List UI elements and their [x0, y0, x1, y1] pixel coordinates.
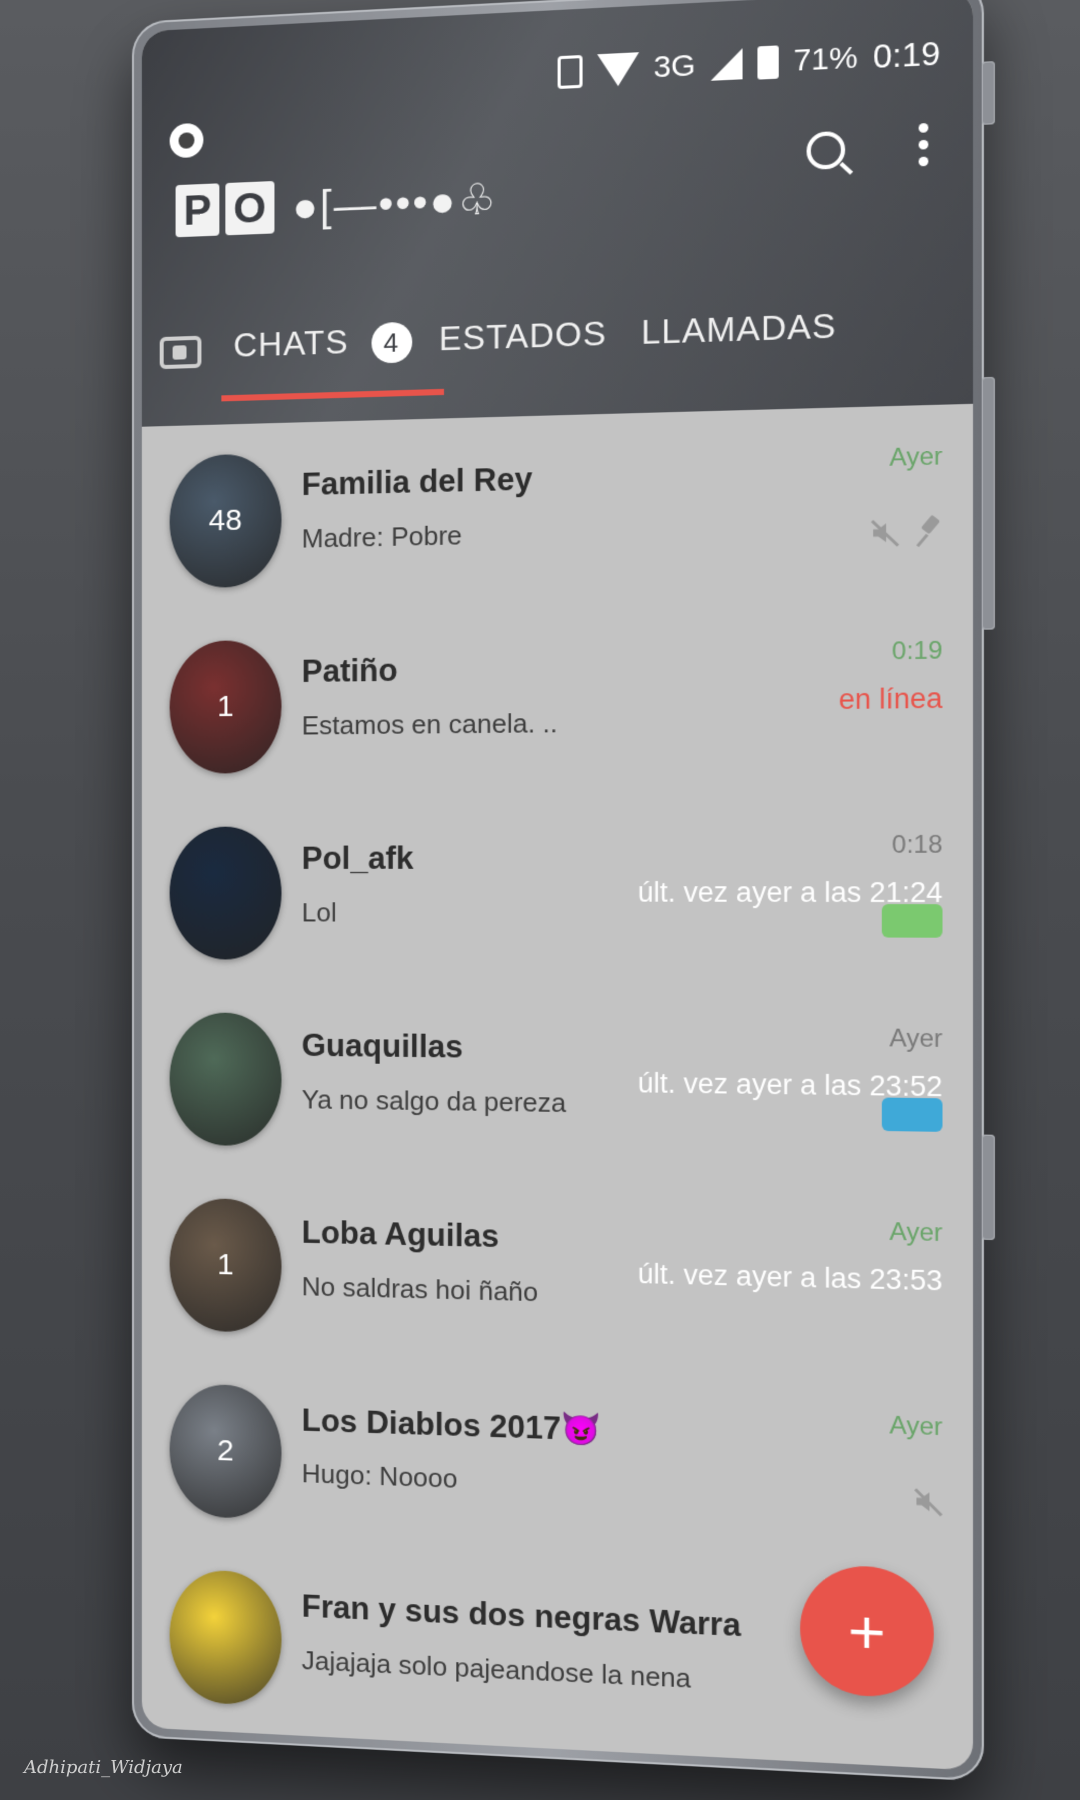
network-type: 3G — [653, 48, 695, 85]
chat-preview: Lol — [302, 897, 337, 928]
volume-button — [982, 377, 995, 630]
screen: 3G 71% 0:19 P O ●[—•••●♧ CHATS 4 ESTADOS… — [142, 0, 973, 1770]
active-tab-indicator — [221, 389, 444, 402]
chat-icons — [912, 1485, 942, 1518]
signature: Adhipati_Widjaya — [24, 1757, 183, 1778]
avatar-count: 1 — [217, 690, 234, 724]
pin-icon — [919, 516, 943, 548]
chat-row[interactable]: Guaquillas Ya no salgo da pereza Ayer úl… — [142, 982, 973, 1182]
phone-frame: 3G 71% 0:19 P O ●[—•••●♧ CHATS 4 ESTADOS… — [132, 0, 984, 1782]
vibrate-icon — [557, 54, 582, 88]
toggle-icon — [882, 1098, 943, 1132]
chat-preview: Estamos en canela. .. — [302, 708, 558, 742]
chat-preview: Hugo: Noooo — [302, 1458, 458, 1495]
avatar[interactable] — [170, 1569, 282, 1707]
chat-status: últ. vez ayer a las 23:53 — [638, 1258, 943, 1297]
app-title: P O ●[—•••●♧ — [176, 172, 499, 238]
chat-row[interactable]: 48 Familia del Rey Madre: Pobre Ayer — [142, 404, 973, 612]
status-bar: 3G 71% 0:19 — [142, 12, 973, 124]
avatar[interactable]: 1 — [170, 640, 282, 774]
chat-time: 0:18 — [892, 831, 943, 860]
chat-preview: No saldras hoi ñaño — [302, 1271, 538, 1308]
tab-chats[interactable]: CHATS 4 — [233, 321, 411, 369]
avatar[interactable]: 1 — [170, 1198, 282, 1333]
wifi-icon — [597, 52, 639, 87]
chat-name: Patiño — [302, 652, 398, 690]
status-icons: 3G 71% 0:19 — [557, 34, 940, 91]
camera-icon[interactable] — [160, 336, 202, 369]
search-icon[interactable] — [807, 131, 846, 170]
tab-llamadas-label: LLAMADAS — [641, 306, 836, 351]
chat-icons — [882, 904, 943, 938]
tab-bar: CHATS 4 ESTADOS LLAMADAS — [142, 272, 973, 411]
avatar-count: 2 — [217, 1434, 234, 1469]
chat-row[interactable]: 1 Loba Aguilas No saldras hoi ñaño Ayer … — [142, 1167, 973, 1376]
chat-name: Familia del Rey — [302, 461, 533, 503]
avatar[interactable]: 48 — [170, 453, 282, 588]
chat-time: Ayer — [889, 1218, 942, 1248]
title-letter: P — [176, 183, 220, 237]
chat-list: 48 Familia del Rey Madre: Pobre Ayer 1 P… — [142, 404, 973, 1771]
title-decoration: ●[—•••●♧ — [292, 173, 498, 231]
whatsapp-notification-icon — [170, 123, 204, 159]
tab-chats-label: CHATS — [233, 323, 348, 364]
unread-badge: 4 — [371, 322, 412, 364]
chat-time: Ayer — [889, 1411, 942, 1442]
chat-preview: Ya no salgo da pereza — [302, 1084, 567, 1119]
chat-name: Pol_afk — [302, 840, 414, 877]
avatar[interactable] — [170, 827, 282, 960]
tab-estados[interactable]: ESTADOS — [439, 314, 607, 358]
more-options-icon[interactable] — [919, 123, 930, 172]
chat-row[interactable]: Pol_afk Lol 0:18 últ. vez ayer a las 21:… — [142, 793, 973, 987]
app-header: 3G 71% 0:19 P O ●[—•••●♧ CHATS 4 ESTADOS… — [142, 0, 973, 427]
toggle-icon — [882, 904, 943, 938]
battery-level: 71% — [793, 40, 857, 79]
mute-icon — [912, 1485, 942, 1518]
chat-icons — [882, 1098, 943, 1132]
chat-name: Los Diablos 2017😈 — [302, 1401, 602, 1448]
title-letter: O — [225, 181, 274, 235]
avatar-count: 48 — [209, 503, 242, 538]
chat-name: Guaquillas — [302, 1028, 463, 1066]
avatar-count: 1 — [217, 1248, 234, 1283]
side-button — [982, 61, 995, 125]
clock: 0:19 — [873, 34, 940, 76]
chat-time: 0:19 — [892, 637, 943, 667]
chat-row[interactable]: 2 Los Diablos 2017😈 Hugo: Noooo Ayer — [142, 1352, 973, 1570]
chat-preview: Madre: Pobre — [302, 520, 462, 555]
chat-icons — [869, 516, 943, 549]
battery-icon — [757, 45, 778, 79]
mute-icon — [869, 517, 899, 549]
avatar[interactable]: 2 — [170, 1383, 282, 1520]
chat-name: Loba Aguilas — [302, 1214, 499, 1255]
signal-icon — [710, 48, 742, 81]
tab-estados-label: ESTADOS — [439, 314, 607, 357]
chat-preview: Jajajaja solo pajeandose la nena — [302, 1645, 691, 1695]
power-button — [982, 1135, 995, 1240]
chat-row[interactable]: 1 Patiño Estamos en canela. .. 0:19 en l… — [142, 598, 973, 797]
chat-time: Ayer — [889, 1024, 942, 1054]
chat-status: en línea — [839, 683, 943, 717]
tab-llamadas[interactable]: LLAMADAS — [641, 306, 836, 352]
chat-name: Fran y sus dos negras Warra — [302, 1588, 741, 1644]
title-logo: P O — [176, 181, 275, 237]
avatar[interactable] — [170, 1012, 282, 1146]
chat-time: Ayer — [889, 442, 942, 473]
